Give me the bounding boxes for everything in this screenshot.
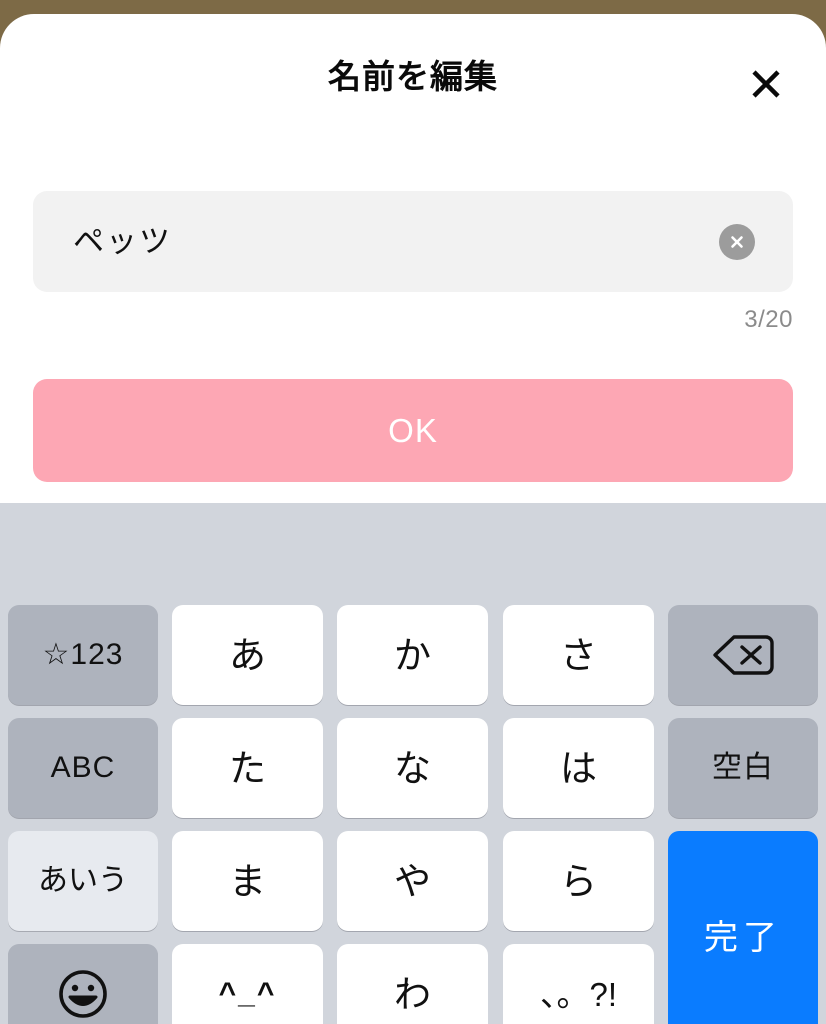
key-label: ま xyxy=(229,860,266,902)
key-label: な xyxy=(394,747,431,789)
edit-name-modal: 名前を編集 ペッツ 3/20 OK xyxy=(0,14,826,503)
clear-circle-icon xyxy=(727,232,747,252)
modal-header: 名前を編集 xyxy=(0,14,826,132)
key-aiu[interactable]: あいう xyxy=(8,831,158,931)
key-na[interactable]: な xyxy=(337,718,488,818)
close-icon xyxy=(749,67,783,101)
smiley-icon xyxy=(57,968,109,1020)
key-symbols-123[interactable]: ☆123 xyxy=(8,605,158,705)
key-backspace[interactable] xyxy=(668,605,818,705)
key-label: や xyxy=(394,860,431,902)
key-ra[interactable]: ら xyxy=(503,831,654,931)
ok-button[interactable]: OK xyxy=(33,379,793,482)
keyboard-key-grid: ☆123 あ か さ ABC た な は 空白あいう ま や ら完了 ^_^ わ 、。?! xyxy=(0,605,826,1024)
key-label: か xyxy=(394,634,431,676)
name-input-value: ペッツ xyxy=(73,224,172,259)
key-label: ^_^ xyxy=(218,977,277,1010)
key-label: ABC xyxy=(50,751,116,784)
key-wa[interactable]: わ xyxy=(337,944,488,1024)
key-label: ☆123 xyxy=(42,638,124,671)
key-a[interactable]: あ xyxy=(172,605,323,705)
key-label: あいう xyxy=(38,864,128,897)
key-punctuation[interactable]: 、。?! xyxy=(503,944,654,1024)
backspace-icon xyxy=(712,633,774,677)
key-label: 完了 xyxy=(704,918,782,957)
key-abc[interactable]: ABC xyxy=(8,718,158,818)
software-keyboard: ☆123 あ か さ ABC た な は 空白あいう ま や ら完了 ^_^ わ 、。?! xyxy=(0,503,826,1024)
clear-input-button[interactable] xyxy=(719,223,755,260)
key-label: 空白 xyxy=(712,751,774,784)
key-label: た xyxy=(229,747,266,789)
key-ka[interactable]: か xyxy=(337,605,488,705)
close-button[interactable] xyxy=(744,62,788,106)
key-done[interactable]: 完了 xyxy=(668,831,818,1024)
key-label: あ xyxy=(229,634,266,676)
key-label: は xyxy=(560,747,597,789)
app-root: 名前を編集 ペッツ 3/20 OK ☆123 あ か さ ABC た な は 空… xyxy=(0,0,826,1024)
key-label: わ xyxy=(394,973,431,1015)
key-ta[interactable]: た xyxy=(172,718,323,818)
key-label: 、。?! xyxy=(539,975,618,1013)
key-ma[interactable]: ま xyxy=(172,831,323,931)
key-ya[interactable]: や xyxy=(337,831,488,931)
key-kaomoji[interactable]: ^_^ xyxy=(172,944,323,1024)
name-field-group: ペッツ 3/20 xyxy=(33,191,793,334)
character-counter: 3/20 xyxy=(744,306,793,333)
key-sa[interactable]: さ xyxy=(503,605,654,705)
page-title: 名前を編集 xyxy=(328,58,498,95)
key-label: さ xyxy=(560,634,597,676)
key-ha[interactable]: は xyxy=(503,718,654,818)
key-space[interactable]: 空白 xyxy=(668,718,818,818)
keyboard-suggestion-bar[interactable] xyxy=(0,503,826,605)
key-emoji[interactable] xyxy=(8,944,158,1024)
key-label: ら xyxy=(560,860,597,902)
name-input[interactable]: ペッツ xyxy=(33,191,793,292)
